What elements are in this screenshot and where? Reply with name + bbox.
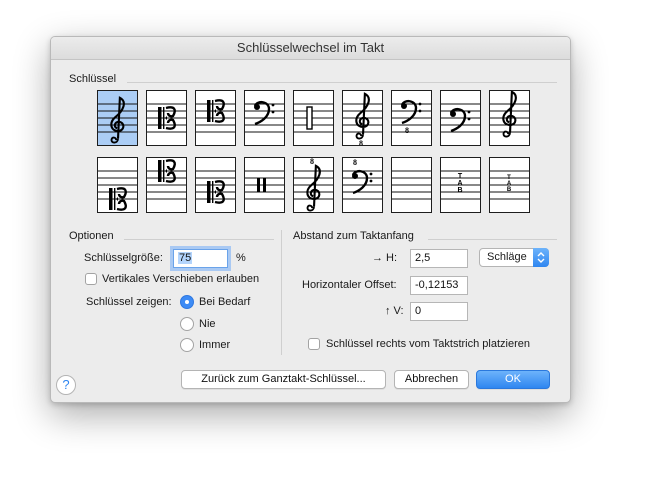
- clef-option-12[interactable]: [195, 157, 236, 213]
- clef-option-15[interactable]: 8: [342, 157, 383, 213]
- clef-option-13[interactable]: [244, 157, 285, 213]
- cancel-button[interactable]: Abbrechen: [394, 370, 469, 389]
- empty-clef-icon: [392, 170, 431, 200]
- clef-section-divider: [127, 82, 557, 83]
- svg-text:B: B: [457, 187, 462, 194]
- percussion-clef-icon: [294, 103, 333, 133]
- show-clef-label: Schlüssel zeigen:: [86, 296, 172, 308]
- help-button[interactable]: ?: [56, 375, 76, 395]
- baritone-c-clef-icon: [147, 159, 186, 200]
- treble-8vb-clef-icon: 8: [343, 92, 382, 145]
- soprano-clef-icon: [98, 170, 137, 211]
- low-c-clef-icon: [196, 170, 235, 204]
- ok-button[interactable]: OK: [476, 370, 550, 389]
- reset-clef-button[interactable]: Zurück zum Ganztakt-Schlüssel...: [181, 370, 386, 389]
- small-tab-clef-icon: TAB: [490, 170, 529, 200]
- svg-text:8: 8: [359, 139, 363, 145]
- bass-clef-icon: [245, 101, 284, 133]
- clef-option-7[interactable]: 8: [391, 90, 432, 146]
- clef-option-14[interactable]: 8: [293, 157, 334, 213]
- bass-8va-clef-icon: 8: [343, 158, 382, 200]
- svg-text:8: 8: [353, 158, 357, 167]
- clef-option-16[interactable]: [391, 157, 432, 213]
- vertical-shift-label: Vertikales Verschieben erlauben: [102, 273, 260, 285]
- horizontal-offset-input[interactable]: -0,12153: [410, 276, 468, 295]
- options-section-label: Optionen: [69, 230, 114, 242]
- h-offset-input[interactable]: 2,5: [410, 249, 468, 268]
- alto-clef-icon: [147, 103, 186, 133]
- show-radio-always[interactable]: [180, 338, 194, 352]
- clef-option-6[interactable]: 8: [342, 90, 383, 146]
- clef-size-input[interactable]: 75: [173, 249, 228, 268]
- clef-option-5[interactable]: [293, 90, 334, 146]
- svg-text:B: B: [507, 187, 512, 193]
- popup-arrows-icon: [533, 248, 549, 267]
- svg-text:A: A: [457, 180, 462, 187]
- clef-option-4[interactable]: [244, 90, 285, 146]
- clef-size-label: Schlüsselgröße:: [84, 252, 163, 264]
- treble-clef-icon: [98, 96, 137, 144]
- clef-option-10[interactable]: [97, 157, 138, 213]
- svg-text:8: 8: [310, 158, 314, 166]
- units-popup-value: Schläge: [487, 251, 527, 263]
- vertical-shift-checkbox[interactable]: [85, 273, 97, 285]
- clef-section-label: Schlüssel: [69, 73, 117, 85]
- tenor-clef-icon: [196, 99, 235, 133]
- vertical-separator: [281, 230, 282, 355]
- v-offset-label: ↑ V:: [385, 305, 404, 317]
- clef-option-1[interactable]: [97, 90, 138, 146]
- clef-option-3[interactable]: [195, 90, 236, 146]
- clef-option-17[interactable]: TAB: [440, 157, 481, 213]
- clef-option-9[interactable]: [489, 90, 530, 146]
- clef-option-18[interactable]: TAB: [489, 157, 530, 213]
- clef-option-8[interactable]: [440, 90, 481, 146]
- show-option-never: Nie: [199, 318, 216, 330]
- show-option-on-demand: Bei Bedarf: [199, 296, 251, 308]
- right-of-barline-checkbox[interactable]: [308, 338, 320, 350]
- h-offset-label: → H:: [372, 252, 398, 264]
- high-treble-clef-icon: [490, 91, 529, 138]
- clef-option-2[interactable]: [146, 90, 187, 146]
- tab-clef-icon: TAB: [441, 170, 480, 200]
- show-option-always: Immer: [199, 339, 231, 351]
- offset-section-label: Abstand zum Taktanfang: [293, 230, 414, 242]
- clef-size-unit: %: [236, 252, 246, 264]
- offset-divider: [428, 239, 557, 240]
- bass-8vb-clef-icon: 8: [392, 100, 431, 135]
- show-radio-never[interactable]: [180, 317, 194, 331]
- svg-text:8: 8: [405, 126, 409, 135]
- clef-option-11[interactable]: [146, 157, 187, 213]
- v-offset-input[interactable]: 0: [410, 302, 468, 321]
- right-of-barline-label: Schlüssel rechts vom Taktstrich platzier…: [326, 338, 530, 350]
- show-radio-on-demand[interactable]: [180, 295, 194, 309]
- options-divider: [124, 239, 274, 240]
- svg-text:T: T: [458, 173, 463, 180]
- horizontal-offset-label: Horizontaler Offset:: [302, 279, 397, 291]
- clef-change-dialog: Schlüsselwechsel im Takt Schlüssel 8 8 8…: [50, 36, 571, 403]
- neutral-percussion-clef-icon: [245, 170, 284, 200]
- dialog-title: Schlüsselwechsel im Takt: [51, 37, 570, 60]
- treble-8va-clef-icon: 8: [294, 158, 333, 212]
- units-popup[interactable]: Schläge: [479, 248, 549, 267]
- low-bass-clef-icon: [441, 103, 480, 133]
